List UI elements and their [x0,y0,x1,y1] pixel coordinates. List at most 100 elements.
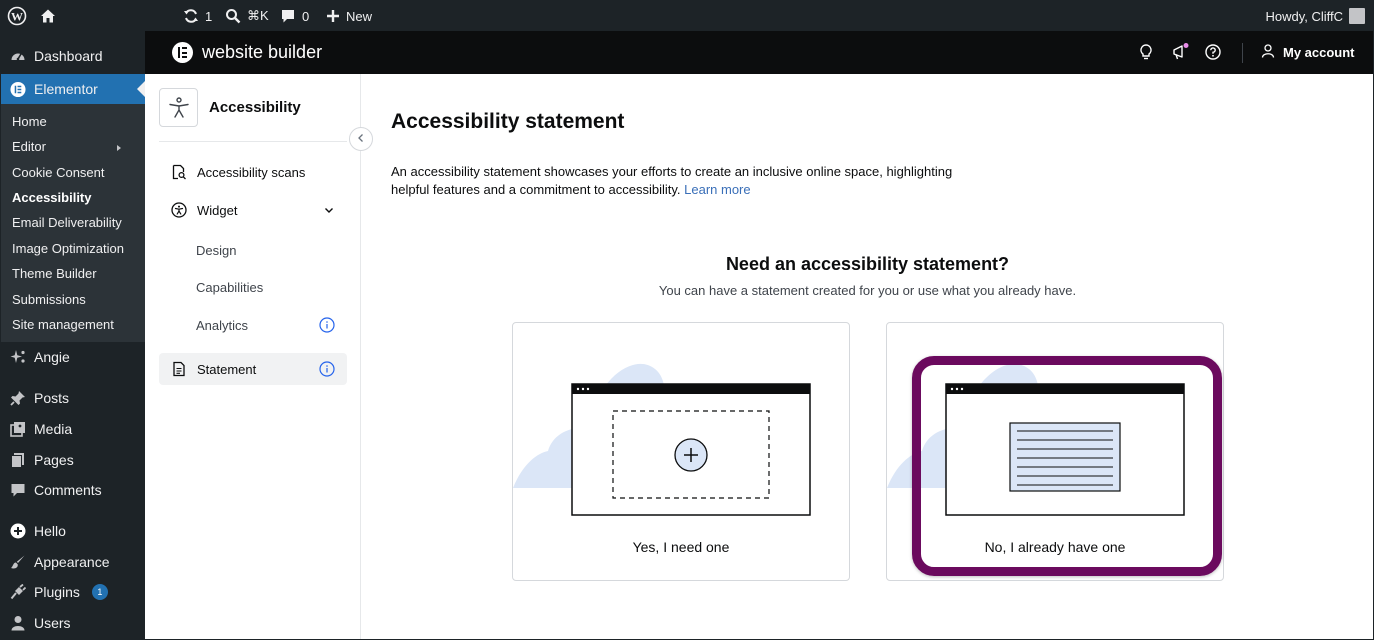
submenu-item-site-management[interactable]: Site management [12,317,114,332]
sidebar-item-pages[interactable]: Pages [1,445,145,475]
paintbrush-icon [10,554,26,570]
brand-name: website builder [202,42,323,62]
nav-label-design: Design [196,242,237,258]
info-icon[interactable] [319,361,335,377]
sidebar-item-hello[interactable]: Hello [1,516,145,546]
megaphone-icon[interactable] [1171,43,1189,61]
sidebar-item-plugins[interactable]: Plugins 1 [1,577,145,607]
elementor-top-bar: website builder My account [145,31,1373,74]
sidebar-item-angie[interactable]: Angie [1,342,145,372]
submenu-item-accessibility[interactable]: Accessibility [12,190,92,205]
question-subtitle: You can have a statement created for you… [658,283,1077,298]
page-title: Accessibility statement [391,110,625,133]
wordpress-logo-icon[interactable]: W [7,1,27,31]
option-label-no: No, I already have one [984,539,1126,555]
sidebar-label-comments: Comments [34,482,102,498]
pages-icon [10,452,26,468]
avatar [1349,8,1365,24]
my-account-button[interactable]: My account [1261,44,1355,61]
sidebar-label-elementor: Elementor [34,81,98,97]
sidebar-item-comments[interactable]: Comments [1,475,145,505]
sidebar-item-elementor[interactable]: Elementor [1,74,145,104]
description-text: An accessibility statement showcases you… [391,164,953,197]
svg-text:W: W [11,10,23,24]
accessibility-circle-icon [171,202,187,218]
caret-right-icon [117,145,124,151]
sidebar-label-media: Media [34,421,73,437]
brand[interactable]: website builder [172,42,322,63]
nav-label-capabilities: Capabilities [196,279,264,295]
submenu-item-theme-builder[interactable]: Theme Builder [12,266,97,281]
submenu-item-image-optimization[interactable]: Image Optimization [12,241,124,256]
submenu-item-email-deliverability[interactable]: Email Deliverability [12,215,122,230]
plus-circle-icon [10,523,26,539]
sidebar-label-posts: Posts [34,390,70,406]
learn-more-link[interactable]: Learn more [684,182,750,197]
elementor-logo-icon [10,81,26,97]
comment-bubble-icon [280,8,296,24]
nav-item-design[interactable]: Design [159,234,347,266]
app-window: W 1 ⌘K 0 New Howdy, CliffC Dashboard Ele… [1,1,1373,639]
option-label-yes: Yes, I need one [632,539,730,555]
howdy-text: Howdy, CliffC [1265,8,1343,24]
nav-item-analytics[interactable]: Analytics [159,309,347,341]
media-icon [10,421,26,437]
pushpin-icon [10,390,26,406]
info-icon[interactable] [319,317,335,333]
nav-item-capabilities[interactable]: Capabilities [159,271,347,303]
user-icon [10,615,26,631]
nav-label-statement: Statement [197,361,257,377]
nav-item-accessibility-scans[interactable]: Accessibility scans [159,156,347,188]
plus-icon [326,9,340,23]
sidebar-label-hello: Hello [34,523,66,539]
nav-item-widget[interactable]: Widget [159,194,347,226]
question-heading: Need an accessibility statement? [725,254,1010,274]
collapse-sidebar-button[interactable] [349,127,373,151]
sidebar-item-users[interactable]: Users [1,608,145,638]
sidebar-label-appearance: Appearance [34,554,110,570]
home-icon[interactable] [39,1,57,31]
option-card-no[interactable]: No, I already have one [886,322,1224,581]
lightbulb-icon[interactable] [1137,43,1155,61]
elementor-submenu: Home Editor Cookie Consent Accessibility… [1,104,145,342]
chevron-left-icon [356,130,366,148]
page-description: An accessibility statement showcases you… [391,163,971,199]
comments-count: 0 [302,8,310,24]
sidebar-label-plugins: Plugins [34,584,80,600]
sidebar-label-pages: Pages [34,452,74,468]
comments-button[interactable]: 0 [280,1,309,31]
nav-item-statement[interactable]: Statement [159,353,347,385]
nav-label-analytics: Analytics [196,317,249,333]
plugin-header: Accessibility [159,88,301,127]
document-icon [171,361,187,377]
new-content-button[interactable]: New [326,1,372,31]
new-label: New [346,8,373,24]
search-button[interactable]: ⌘K [225,1,269,31]
sidebar-item-media[interactable]: Media [1,414,145,444]
submenu-item-cookie-consent[interactable]: Cookie Consent [12,165,105,180]
submenu-item-home[interactable]: Home [12,114,47,129]
search-shortcut: ⌘K [247,8,269,23]
help-icon[interactable] [1204,43,1222,61]
sidebar-item-dashboard[interactable]: Dashboard [1,41,145,71]
submenu-item-submissions[interactable]: Submissions [12,292,86,307]
sidebar-item-appearance[interactable]: Appearance [1,547,145,577]
user-outline-icon [1261,44,1275,61]
updates-count: 1 [205,8,213,24]
plugin-name: Accessibility [209,99,301,116]
my-account-label: My account [1283,45,1355,60]
sidebar-label-users: Users [34,615,71,631]
toolbar-divider [1242,43,1243,63]
updates-icon [183,8,199,24]
user-menu[interactable]: Howdy, CliffC [1265,1,1365,31]
option-card-yes[interactable]: Yes, I need one [512,322,850,581]
dashboard-gauge-icon [10,48,26,64]
updates-button[interactable]: 1 [183,1,212,31]
main-content: Accessibility statement An accessibility… [362,74,1373,639]
sidebar-item-posts[interactable]: Posts [1,383,145,413]
scan-document-icon [171,164,187,180]
admin-bar: W 1 ⌘K 0 New Howdy, CliffC [1,1,1373,31]
submenu-item-editor[interactable]: Editor [12,139,134,154]
plugin-navigation: Accessibility Accessibility scans Widget… [145,74,373,639]
sidebar-label-angie: Angie [34,349,70,365]
